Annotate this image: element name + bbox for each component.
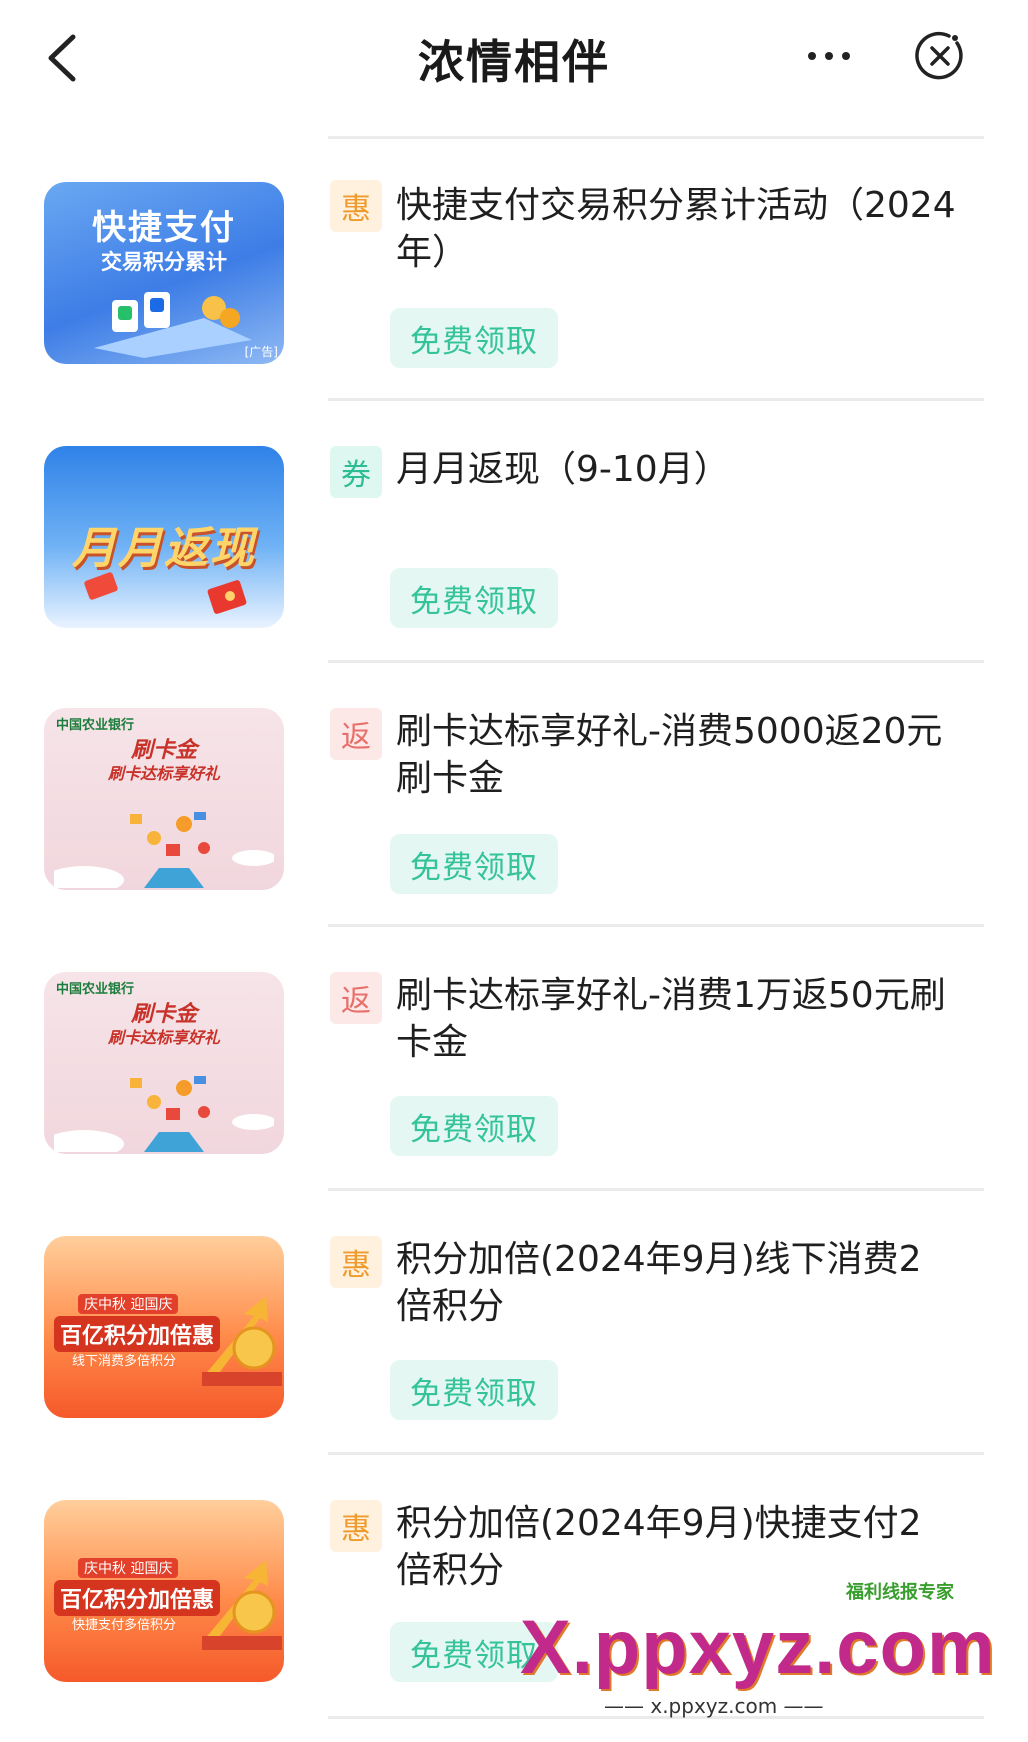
item-title: 刷卡达标享好礼-消费1万返50元刷卡金: [396, 975, 946, 1063]
watermark-logo: X.ppxyz.com: [520, 1605, 996, 1690]
thumb-heading: 快捷支付: [92, 208, 236, 248]
coin-arrow-illustration: [202, 1560, 282, 1650]
bank-logo-text: 中国农业银行: [56, 718, 135, 733]
close-button[interactable]: [912, 28, 968, 84]
claim-button[interactable]: 免费领取: [390, 308, 558, 368]
thumbnail-image: 中国农业银行 刷卡金 刷卡达标享好礼: [44, 972, 284, 1154]
thumb-subheading: 刷卡达标享好礼: [107, 1028, 220, 1047]
more-dots-icon: [808, 52, 850, 60]
watermark-label: 福利线报专家: [846, 1582, 954, 1603]
watermark: 福利线报专家 X.ppxyz.com —— x.ppxyz.com ——: [520, 1582, 1000, 1720]
close-circle-icon: [915, 31, 963, 80]
top-bar: 浓情相伴: [0, 0, 1028, 112]
ad-badge: [广告]: [244, 345, 278, 359]
claim-button[interactable]: 免费领取: [390, 1096, 558, 1156]
watermark-url: —— x.ppxyz.com ——: [604, 1694, 824, 1718]
thumb-badge: 庆中秋 迎国庆: [78, 1558, 179, 1578]
item-title: 积分加倍(2024年9月)线下消费2倍积分: [396, 1239, 922, 1327]
phone-illustration: [94, 292, 252, 358]
list-item[interactable]: 中国农业银行 刷卡金 刷卡达标享好礼 返 刷卡达标享好礼-消费1万返50元刷卡金…: [0, 928, 1028, 1190]
envelope-illustration: [84, 572, 247, 614]
thumbnail-image: 庆中秋 迎国庆 百亿积分加倍惠 快捷支付多倍积分: [44, 1500, 284, 1682]
thumbnail-image: 庆中秋 迎国庆 百亿积分加倍惠 线下消费多倍积分: [44, 1236, 284, 1418]
coin-arrow-illustration: [202, 1296, 282, 1386]
claim-button[interactable]: 免费领取: [390, 1360, 558, 1420]
thumb-badge: 庆中秋 迎国庆: [78, 1294, 179, 1314]
category-tag: 惠: [330, 1236, 382, 1288]
claim-button[interactable]: 免费领取: [390, 568, 558, 628]
claim-button[interactable]: 免费领取: [390, 834, 558, 894]
thumb-subheading: 刷卡达标享好礼: [107, 764, 220, 783]
gift-illustration: [54, 1076, 274, 1152]
item-title: 快捷支付交易积分累计活动（2024年）: [396, 185, 956, 273]
thumbnail-image: 月月返现: [44, 446, 284, 628]
page-title: 浓情相伴: [418, 35, 610, 89]
category-tag: 惠: [330, 1500, 382, 1552]
item-title: 月月返现（9-10月）: [396, 449, 730, 490]
category-tag: 返: [330, 708, 382, 760]
gift-illustration: [54, 812, 274, 888]
more-button[interactable]: [800, 38, 858, 74]
list-item[interactable]: 中国农业银行 刷卡金 刷卡达标享好礼 返 刷卡达标享好礼-消费5000返20元刷…: [0, 664, 1028, 926]
thumb-subheading: 交易积分累计: [101, 250, 227, 274]
category-tag: 券: [330, 446, 382, 498]
divider: [328, 136, 984, 139]
thumbnail-image: 中国农业银行 刷卡金 刷卡达标享好礼: [44, 708, 284, 890]
category-tag: 返: [330, 972, 382, 1024]
list-item[interactable]: 快捷支付 交易积分累计 [广告] 惠 快捷支付交易积分累计活动（2024年） 免…: [0, 140, 1028, 402]
bank-logo-text: 中国农业银行: [56, 982, 135, 997]
category-tag: 惠: [330, 180, 382, 232]
list-item[interactable]: 月月返现 券 月月返现（9-10月） 免费领取: [0, 402, 1028, 664]
thumb-subheading: 快捷支付多倍积分: [72, 1618, 177, 1633]
thumbnail-image: 快捷支付 交易积分累计 [广告]: [44, 182, 284, 364]
thumb-subheading: 线下消费多倍积分: [72, 1354, 177, 1369]
list-item[interactable]: 庆中秋 迎国庆 百亿积分加倍惠 线下消费多倍积分 惠 积分加倍(2024年9月)…: [0, 1192, 1028, 1454]
item-title: 刷卡达标享好礼-消费5000返20元刷卡金: [396, 711, 943, 799]
